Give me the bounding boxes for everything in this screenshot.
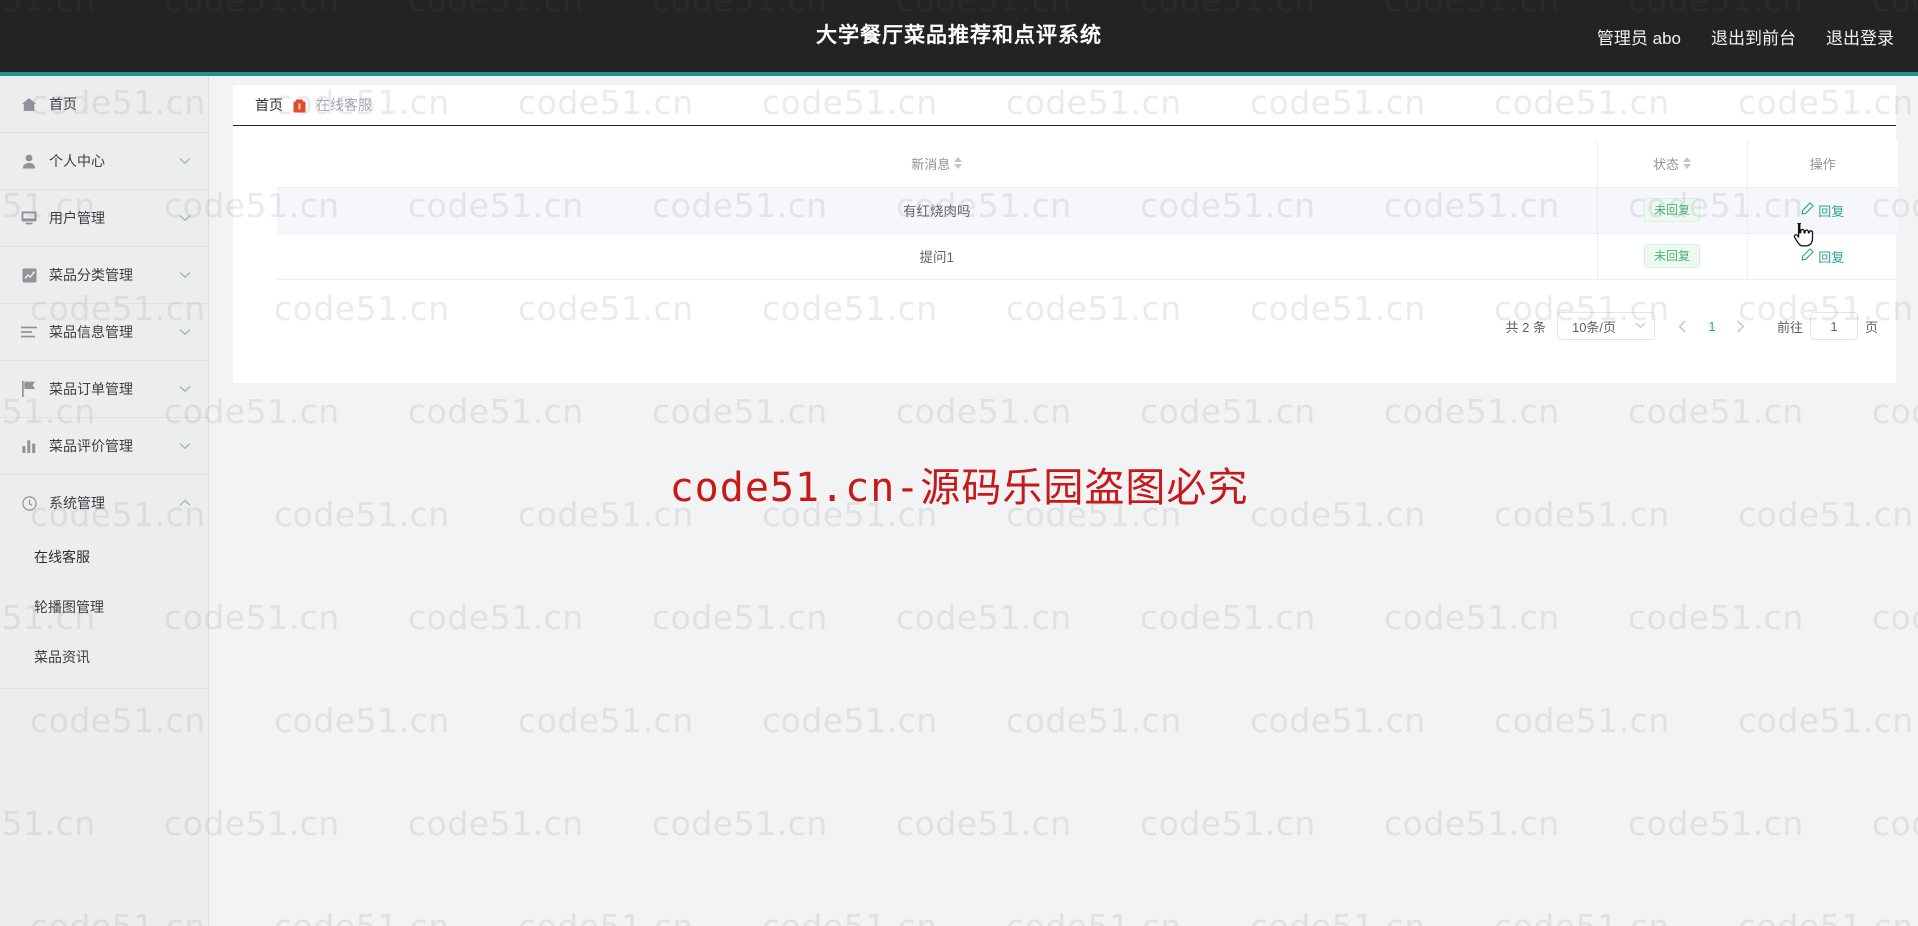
breadcrumb-current: 在线客服: [316, 97, 372, 113]
sidebar-item-label: 菜品分类管理: [49, 267, 133, 283]
clock-icon: [18, 495, 40, 511]
edit-pencil-icon: [1801, 248, 1815, 264]
chevron-down-icon[interactable]: [176, 442, 194, 450]
reply-button-label: 回复: [1818, 203, 1845, 219]
cell-actions: 回复: [1746, 187, 1898, 234]
pagination-next-button[interactable]: [1727, 312, 1755, 340]
pagination: 共 2 条 10条/页 1 前往 页: [1505, 312, 1878, 340]
breadcrumb-home[interactable]: 首页: [255, 95, 283, 115]
table-header-row: 新消息 状态 操作: [277, 140, 1898, 188]
data-table-container: 新消息 状态 操作 有红烧肉吗 未回复 回复 提问1 未回复 回复 共 2 条 …: [233, 126, 1898, 383]
sidebar-item-dish-info-management[interactable]: 菜品信息管理: [0, 304, 208, 361]
sort-arrows-icon[interactable]: [1683, 157, 1691, 170]
cell-status: 未回复: [1596, 233, 1747, 280]
chevron-down-icon[interactable]: [176, 328, 194, 336]
chevron-down-icon[interactable]: [176, 385, 194, 393]
status-badge: 未回复: [1643, 198, 1700, 222]
pagination-prev-button[interactable]: [1669, 312, 1697, 340]
pagination-page-1[interactable]: 1: [1697, 312, 1727, 340]
online-service-table: 新消息 状态 操作 有红烧肉吗 未回复 回复 提问1 未回复 回复: [277, 140, 1898, 280]
column-header-label: 新消息: [911, 156, 951, 172]
column-header-label: 操作: [1809, 156, 1836, 172]
table-row[interactable]: 有红烧肉吗 未回复 回复: [277, 187, 1898, 234]
breadcrumb: 首页 在线客服: [233, 85, 1896, 126]
reply-button[interactable]: 回复: [1801, 247, 1844, 266]
jumper-page-input[interactable]: [1809, 312, 1858, 340]
flag-icon: [18, 381, 40, 397]
sidebar-item-label: 用户管理: [49, 210, 105, 226]
column-header-status[interactable]: 状态: [1596, 140, 1747, 188]
content-panel: 首页 在线客服 新消息 状态 操作 有红烧肉吗 未回复 回复 提问1 未回复 回…: [233, 85, 1898, 383]
sidebar-nav: 首页 个人中心 用户管理 菜品分类管理 菜品信息管理 菜品订单管理 菜品评价管理…: [0, 76, 209, 926]
current-user-label[interactable]: 管理员 abo: [1597, 24, 1681, 49]
chevron-up-icon[interactable]: [176, 499, 194, 507]
top-header-bar: 大学餐厅菜品推荐和点评系统 管理员 abo 退出到前台 退出登录: [0, 0, 1918, 76]
sidebar-subitem-carousel-management[interactable]: 轮播图管理: [0, 582, 208, 632]
exit-to-frontend-link[interactable]: 退出到前台: [1711, 24, 1796, 49]
sidebar-item-dish-review-management[interactable]: 菜品评价管理: [0, 418, 208, 475]
sidebar-subitem-online-service[interactable]: 在线客服: [0, 532, 208, 582]
jumper-suffix-label: 页: [1864, 319, 1878, 335]
system-management-submenu: 在线客服 轮播图管理 菜品资讯: [0, 532, 208, 689]
sidebar-subitem-label: 在线客服: [34, 549, 90, 565]
page-size-select[interactable]: 10条/页: [1556, 312, 1655, 340]
sidebar-item-label: 系统管理: [49, 495, 105, 511]
sidebar-item-personal-center[interactable]: 个人中心: [0, 133, 208, 190]
cell-actions: 回复: [1746, 233, 1898, 280]
monitor-icon: [18, 210, 40, 226]
sidebar-item-user-management[interactable]: 用户管理: [0, 190, 208, 247]
pagination-total: 共 2 条: [1505, 319, 1546, 335]
jumper-prefix-label: 前往: [1776, 319, 1803, 335]
status-badge: 未回复: [1643, 244, 1700, 268]
sidebar-subitem-dish-news[interactable]: 菜品资讯: [0, 632, 208, 682]
main-content-area: 首页 在线客服 新消息 状态 操作 有红烧肉吗 未回复 回复 提问1 未回复 回…: [209, 76, 1918, 926]
sidebar-subitem-label: 轮播图管理: [34, 599, 104, 615]
sidebar-item-dish-category-management[interactable]: 菜品分类管理: [0, 247, 208, 304]
reply-button-label: 回复: [1818, 249, 1845, 265]
page-size-value: 10条/页: [1571, 319, 1617, 335]
chevron-down-icon[interactable]: [176, 214, 194, 222]
column-header-message[interactable]: 新消息: [277, 140, 1597, 188]
sidebar-item-label: 菜品评价管理: [49, 438, 133, 454]
list-icon: [18, 324, 40, 340]
chevron-down-icon: [1635, 320, 1646, 332]
table-row[interactable]: 提问1 未回复 回复: [277, 233, 1898, 280]
chart-box-icon: [18, 267, 40, 283]
chevron-down-icon[interactable]: [176, 157, 194, 165]
reply-button[interactable]: 回复: [1801, 201, 1844, 220]
sidebar-item-dish-order-management[interactable]: 菜品订单管理: [0, 361, 208, 418]
column-header-label: 状态: [1652, 156, 1679, 172]
orange-square-icon: [293, 99, 306, 113]
logout-link[interactable]: 退出登录: [1826, 24, 1894, 49]
cell-message: 有红烧肉吗: [277, 187, 1597, 234]
sidebar-item-label: 个人中心: [49, 153, 105, 169]
edit-pencil-icon: [1801, 202, 1815, 218]
header-actions: 管理员 abo 退出到前台 退出登录: [1597, 0, 1894, 72]
home-icon: [18, 96, 40, 112]
pagination-jumper: 前往 页: [1777, 312, 1878, 340]
sidebar-item-label: 菜品订单管理: [49, 381, 133, 397]
cell-status: 未回复: [1596, 187, 1747, 234]
sort-arrows-icon[interactable]: [954, 157, 963, 170]
sidebar-subitem-label: 菜品资讯: [34, 649, 90, 665]
sidebar-item-system-management[interactable]: 系统管理: [0, 475, 208, 532]
bar-chart-icon: [18, 438, 40, 454]
user-icon: [18, 153, 40, 169]
column-header-actions: 操作: [1746, 140, 1898, 188]
chevron-down-icon[interactable]: [176, 271, 194, 279]
sidebar-item-home[interactable]: 首页: [0, 76, 208, 133]
sidebar-item-label: 菜品信息管理: [49, 324, 133, 340]
sidebar-item-label: 首页: [49, 96, 77, 112]
cell-message: 提问1: [277, 233, 1597, 280]
